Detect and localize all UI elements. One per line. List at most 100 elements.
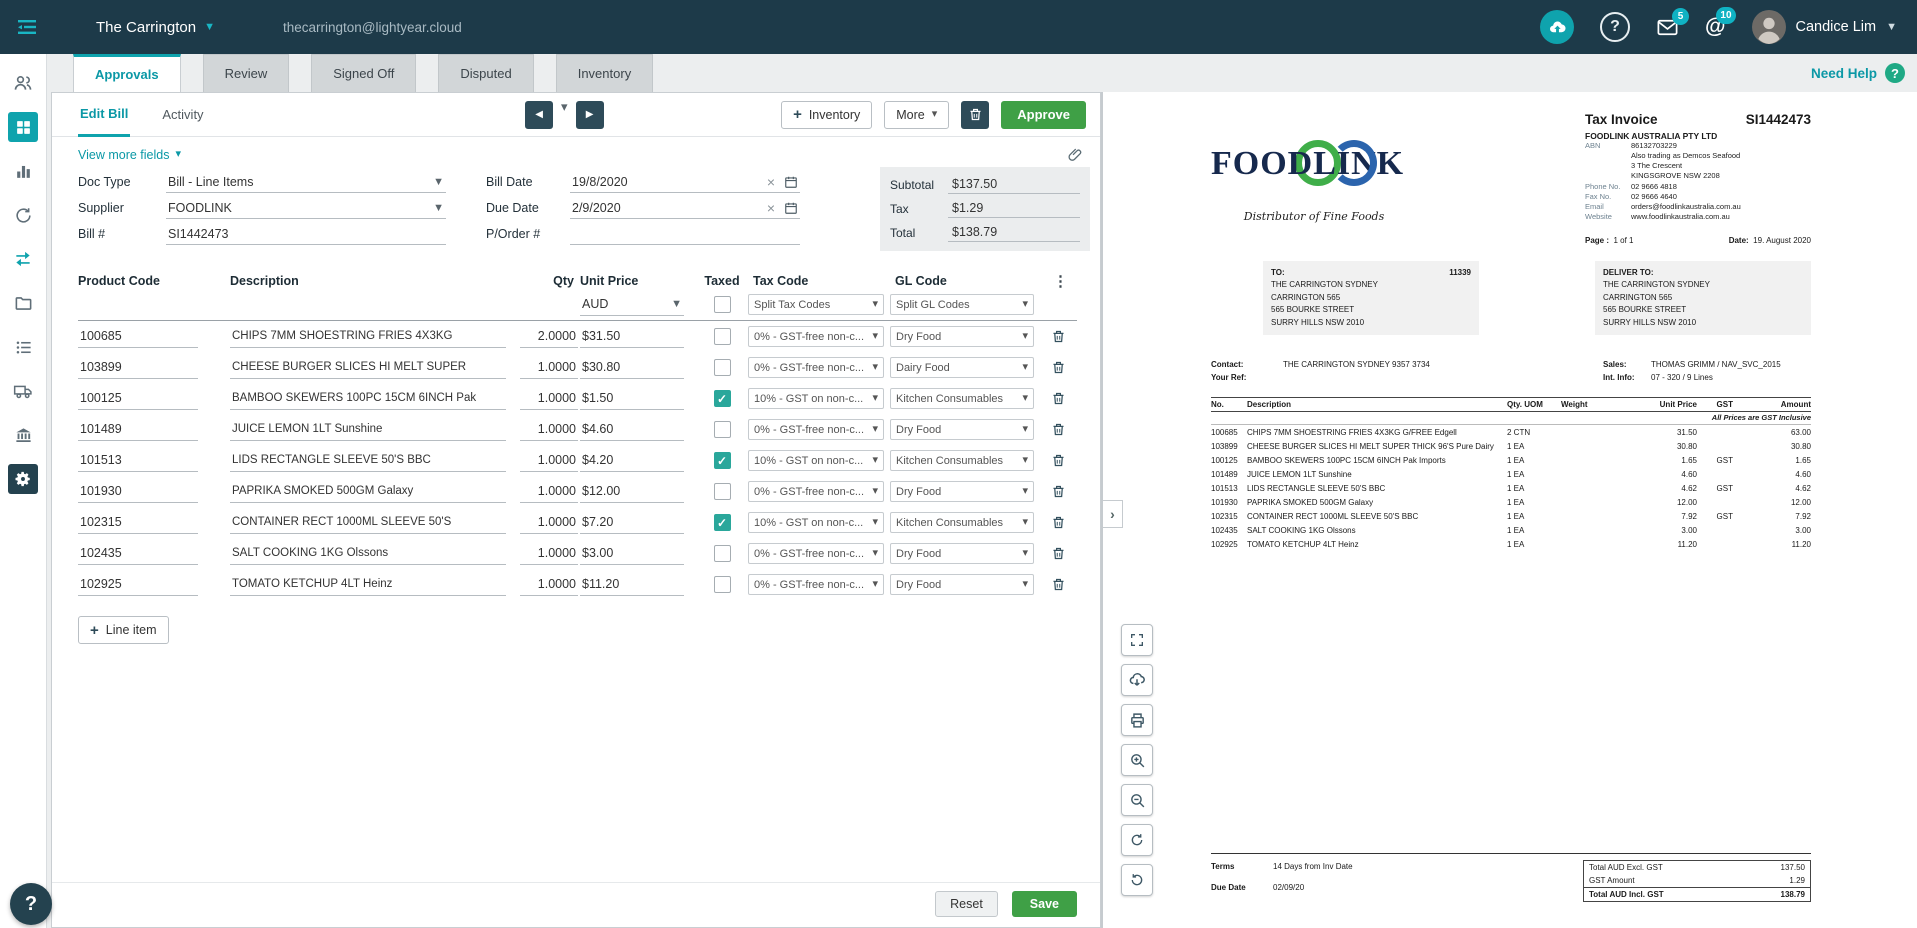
bill-date-field[interactable]: 19/8/2020 × xyxy=(570,171,800,193)
tab-approvals[interactable]: Approvals xyxy=(73,54,181,92)
tax-code-select[interactable]: 0% - GST-free non-c... ▾ xyxy=(748,481,884,502)
next-bill-button[interactable]: ▶ xyxy=(575,100,604,129)
taxed-all-checkbox[interactable] xyxy=(713,296,731,313)
tab-disputed[interactable]: Disputed xyxy=(438,54,534,92)
tab-inventory[interactable]: Inventory xyxy=(555,54,654,92)
delete-row-icon[interactable] xyxy=(1040,453,1072,468)
sidebar-item-lists[interactable] xyxy=(8,332,38,362)
mail-button[interactable]: 5 xyxy=(1656,7,1690,39)
qty-field[interactable]: 1.0000 xyxy=(520,388,578,410)
clear-icon[interactable]: × xyxy=(767,200,775,216)
taxed-checkbox[interactable] xyxy=(713,576,731,593)
gl-code-select[interactable]: Kitchen Consumables ▾ xyxy=(890,450,1034,471)
qty-field[interactable]: 2.0000 xyxy=(520,326,578,348)
description-field[interactable]: BAMBOO SKEWERS 100PC 15CM 6INCH Pak xyxy=(230,388,506,410)
clear-icon[interactable]: × xyxy=(767,174,775,190)
tax-code-select[interactable]: 10% - GST on non-c... ▾ xyxy=(748,450,884,471)
sidebar-item-sync[interactable] xyxy=(8,200,38,230)
view-more-fields-link[interactable]: View more fields ▾ xyxy=(78,148,181,162)
unit-price-field[interactable]: $3.00 xyxy=(580,543,684,565)
fullscreen-button[interactable] xyxy=(1121,624,1153,656)
expand-panel-button[interactable]: › xyxy=(1103,500,1123,528)
unit-price-field[interactable]: $30.80 xyxy=(580,357,684,379)
delete-row-icon[interactable] xyxy=(1040,515,1072,530)
qty-field[interactable]: 1.0000 xyxy=(520,543,578,565)
need-help-link[interactable]: Need Help ? xyxy=(1811,54,1905,92)
sidebar-toggle-icon[interactable] xyxy=(14,14,40,40)
subtab-activity[interactable]: Activity xyxy=(160,94,205,135)
reset-button[interactable]: Reset xyxy=(935,891,998,917)
zoom-out-button[interactable] xyxy=(1121,784,1153,816)
qty-field[interactable]: 1.0000 xyxy=(520,574,578,596)
save-button[interactable]: Save xyxy=(1011,891,1077,917)
taxed-checkbox[interactable] xyxy=(713,483,731,500)
unit-price-field[interactable]: $7.20 xyxy=(580,512,684,534)
sidebar-item-settings[interactable] xyxy=(8,464,38,494)
tax-code-select[interactable]: 0% - GST-free non-c... ▾ xyxy=(748,326,884,347)
unit-price-field[interactable]: $4.20 xyxy=(580,450,684,472)
delete-row-icon[interactable] xyxy=(1040,329,1072,344)
product-code-field[interactable]: 102925 xyxy=(78,574,198,596)
split-gl-codes-select[interactable]: Split GL Codes ▾ xyxy=(890,294,1034,315)
qty-field[interactable]: 1.0000 xyxy=(520,512,578,534)
description-field[interactable]: JUICE LEMON 1LT Sunshine xyxy=(230,419,506,441)
taxed-checkbox[interactable] xyxy=(713,545,731,562)
subtab-edit-bill[interactable]: Edit Bill xyxy=(78,93,131,137)
download-button[interactable] xyxy=(1121,664,1153,696)
more-button[interactable]: More ▾ xyxy=(884,100,950,129)
qty-field[interactable]: 1.0000 xyxy=(520,357,578,379)
description-field[interactable]: CHEESE BURGER SLICES HI MELT SUPER xyxy=(230,357,506,379)
qty-field[interactable]: 1.0000 xyxy=(520,450,578,472)
attachment-icon[interactable] xyxy=(1067,146,1084,163)
gl-code-select[interactable]: Kitchen Consumables ▾ xyxy=(890,512,1034,533)
unit-price-field[interactable]: $1.50 xyxy=(580,388,684,410)
delete-row-icon[interactable] xyxy=(1040,484,1072,499)
po-number-field[interactable] xyxy=(570,223,800,245)
tax-code-select[interactable]: 10% - GST on non-c... ▾ xyxy=(748,388,884,409)
delete-row-icon[interactable] xyxy=(1040,577,1072,592)
help-icon[interactable]: ? xyxy=(1600,12,1631,42)
unit-price-field[interactable]: $12.00 xyxy=(580,481,684,503)
tab-review[interactable]: Review xyxy=(202,54,290,92)
calendar-icon[interactable] xyxy=(784,175,798,189)
product-code-field[interactable]: 103899 xyxy=(78,357,198,379)
approve-button[interactable]: Approve xyxy=(1001,100,1086,129)
sidebar-item-suppliers[interactable] xyxy=(8,376,38,406)
gl-code-select[interactable]: Dry Food ▾ xyxy=(890,419,1034,440)
gl-code-select[interactable]: Kitchen Consumables ▾ xyxy=(890,388,1034,409)
unit-price-field[interactable]: $11.20 xyxy=(580,574,684,596)
product-code-field[interactable]: 101513 xyxy=(78,450,198,472)
description-field[interactable]: TOMATO KETCHUP 4LT Heinz xyxy=(230,574,506,596)
taxed-checkbox[interactable] xyxy=(713,328,731,345)
rotate-clockwise-button[interactable] xyxy=(1121,824,1153,856)
bill-number-field[interactable]: SI1442473 xyxy=(166,223,446,245)
description-field[interactable]: SALT COOKING 1KG Olssons xyxy=(230,543,506,565)
sidebar-item-reports[interactable] xyxy=(8,156,38,186)
delete-row-icon[interactable] xyxy=(1040,391,1072,406)
taxed-checkbox[interactable] xyxy=(713,359,731,376)
calendar-icon[interactable] xyxy=(784,201,798,215)
print-button[interactable] xyxy=(1121,704,1153,736)
tax-code-select[interactable]: 0% - GST-free non-c... ▾ xyxy=(748,357,884,378)
doc-type-select[interactable]: Bill - Line Items ▼ xyxy=(166,171,446,193)
unit-price-field[interactable]: $4.60 xyxy=(580,419,684,441)
taxed-checkbox[interactable] xyxy=(713,514,731,531)
description-field[interactable]: CONTAINER RECT 1000ML SLEEVE 50'S xyxy=(230,512,506,534)
delete-bill-button[interactable] xyxy=(961,100,990,129)
user-menu[interactable]: Candice Lim ▼ xyxy=(1751,10,1897,44)
qty-field[interactable]: 1.0000 xyxy=(520,481,578,503)
qty-field[interactable]: 1.0000 xyxy=(520,419,578,441)
delete-row-icon[interactable] xyxy=(1040,360,1072,375)
product-code-field[interactable]: 100125 xyxy=(78,388,198,410)
delete-row-icon[interactable] xyxy=(1040,422,1072,437)
description-field[interactable]: PAPRIKA SMOKED 500GM Galaxy xyxy=(230,481,506,503)
description-field[interactable]: CHIPS 7MM SHOESTRING FRIES 4X3KG xyxy=(230,326,506,348)
gl-code-select[interactable]: Dairy Food ▾ xyxy=(890,357,1034,378)
help-fab-button[interactable]: ? xyxy=(10,883,52,925)
taxed-checkbox[interactable] xyxy=(713,452,731,469)
sidebar-item-bank[interactable] xyxy=(8,420,38,450)
mentions-button[interactable]: @ 10 xyxy=(1705,7,1736,39)
product-code-field[interactable]: 101930 xyxy=(78,481,198,503)
table-options-icon[interactable]: ⋮ xyxy=(1040,272,1072,290)
product-code-field[interactable]: 102435 xyxy=(78,543,198,565)
